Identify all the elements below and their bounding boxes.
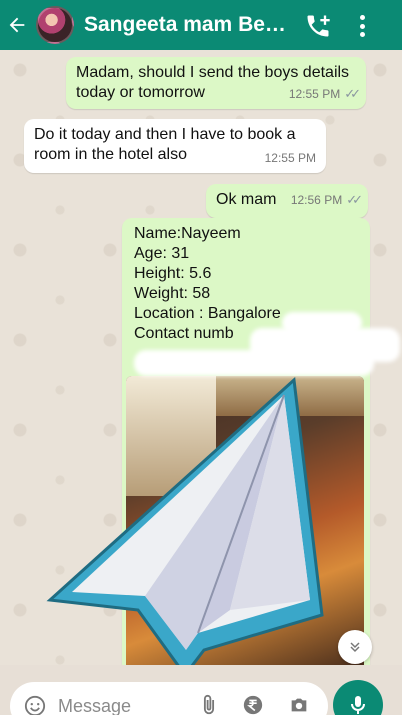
contact-name[interactable]: Sangeeta mam Bengal... <box>84 13 298 37</box>
microphone-icon <box>351 696 365 714</box>
message-composer <box>10 682 328 715</box>
avatar[interactable] <box>36 6 74 44</box>
camera-icon[interactable] <box>288 694 310 715</box>
rupee-payment-icon[interactable] <box>242 694 264 715</box>
chat-header: Sangeeta mam Bengal... <box>0 0 402 50</box>
attach-icon[interactable] <box>198 694 220 715</box>
voice-message-button[interactable] <box>333 680 383 715</box>
more-vert-icon[interactable] <box>352 12 372 40</box>
message-input[interactable] <box>58 695 188 715</box>
chat-area[interactable]: Madam, should I send the boys details to… <box>0 50 402 665</box>
back-arrow-icon[interactable] <box>0 0 34 50</box>
add-call-icon[interactable] <box>304 12 332 40</box>
paper-plane-sticker <box>46 376 324 665</box>
scroll-down-button[interactable] <box>338 630 372 664</box>
double-chevron-down-icon <box>350 642 360 653</box>
emoji-icon[interactable] <box>24 695 46 715</box>
